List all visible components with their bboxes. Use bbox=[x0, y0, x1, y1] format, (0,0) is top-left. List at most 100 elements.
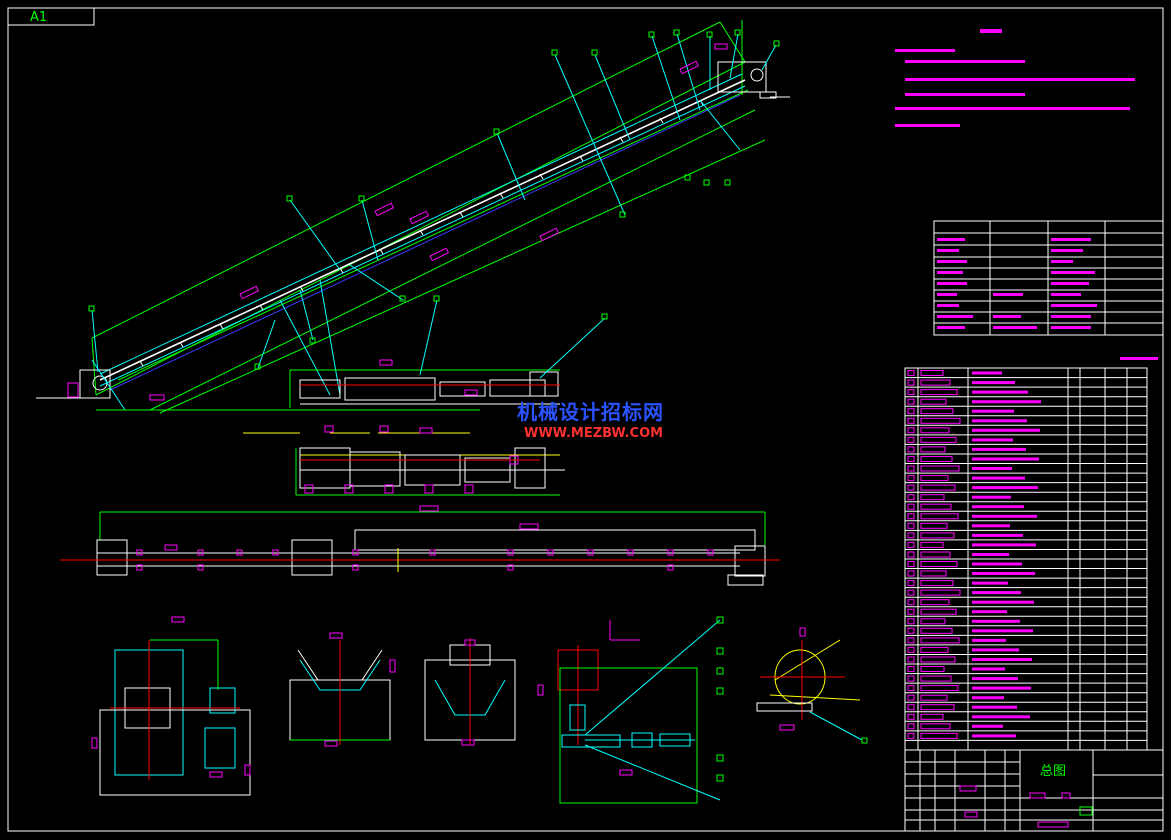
parts-list-code-cell bbox=[920, 389, 958, 396]
parts-list-index-cell bbox=[907, 551, 915, 558]
parts-list-header-mark bbox=[1120, 357, 1158, 360]
watermark: 机械设计招标网 WWW.MEZBW.COM bbox=[517, 400, 664, 441]
parts-list-name-cell bbox=[972, 533, 1023, 537]
parts-list-name-cell bbox=[972, 591, 1021, 595]
parts-list-code-cell bbox=[920, 551, 951, 558]
elevation-dimension-marks bbox=[67, 43, 728, 401]
parts-list-name-cell bbox=[972, 724, 1003, 728]
parts-list-name-cell bbox=[972, 686, 1031, 690]
parts-list-index-cell bbox=[907, 561, 915, 567]
parts-list-index-cell bbox=[907, 732, 915, 739]
parts-list-code-cell bbox=[920, 379, 951, 386]
parts-list-name-cell bbox=[972, 400, 1041, 404]
parts-list-name-cell bbox=[972, 390, 1028, 394]
parts-list-name-cell bbox=[972, 600, 1034, 604]
parameter-table-cells bbox=[937, 238, 1097, 329]
parts-list-name-cell bbox=[972, 505, 1024, 509]
parts-list-index-cell bbox=[907, 494, 915, 501]
leader-tags bbox=[88, 29, 780, 370]
parts-list-rows bbox=[905, 370, 1147, 741]
drive-unit-detail bbox=[91, 616, 251, 796]
tensioner-detail bbox=[557, 616, 724, 804]
parts-list-code-cell bbox=[920, 427, 950, 434]
parts-list-code-cell bbox=[920, 561, 958, 567]
parts-list-name-cell bbox=[972, 619, 1020, 623]
parts-list-index-cell bbox=[907, 436, 915, 443]
parts-list-code-cell bbox=[920, 398, 947, 405]
parts-list-name-cell bbox=[972, 428, 1040, 432]
parts-list-index-cell bbox=[907, 675, 915, 682]
parts-list-name-cell bbox=[972, 705, 1017, 709]
parts-list-name-cell bbox=[972, 514, 1037, 518]
parts-list-index-cell bbox=[907, 484, 915, 491]
parts-list-code-cell bbox=[920, 503, 952, 510]
watermark-chinese: 机械设计招标网 bbox=[517, 400, 664, 424]
parts-list-index-cell bbox=[907, 618, 915, 625]
parts-list-index-cell bbox=[907, 694, 915, 701]
cad-drawing-canvas: A1 机械设计招标网 WWW.MEZBW.COM 总图 bbox=[7, 7, 1164, 832]
parts-list-index-cell bbox=[907, 713, 915, 720]
parts-list-code-cell bbox=[920, 723, 951, 730]
return-idler-section bbox=[424, 638, 544, 746]
parts-list-code-cell bbox=[920, 522, 948, 529]
parts-list-code-cell bbox=[920, 475, 949, 482]
parts-list-index-cell bbox=[907, 456, 915, 462]
parts-list-code-cell bbox=[920, 494, 945, 501]
technical-requirements-notes bbox=[895, 29, 1135, 127]
parts-list-index-cell bbox=[907, 704, 915, 711]
parts-list-index-cell bbox=[907, 627, 915, 634]
parts-list-code-cell bbox=[920, 656, 956, 663]
parts-list-name-cell bbox=[972, 524, 1010, 528]
parts-list-index-cell bbox=[907, 379, 915, 386]
watermark-url: WWW.MEZBW.COM bbox=[524, 426, 663, 441]
parts-list-index-cell bbox=[907, 408, 915, 415]
parts-list-name-cell bbox=[972, 734, 1016, 738]
parts-list-code-cell bbox=[920, 685, 959, 692]
parts-list-index-cell bbox=[907, 570, 915, 577]
parts-list-index-cell bbox=[907, 532, 915, 539]
parts-list-index-cell bbox=[907, 475, 915, 482]
parts-list-code-cell bbox=[920, 589, 961, 596]
parts-list-index-cell bbox=[907, 503, 915, 510]
parts-list-name-cell bbox=[972, 667, 1005, 671]
parts-list-name-cell bbox=[972, 381, 1015, 385]
parts-list-code-cell bbox=[920, 513, 959, 520]
parts-list-index-cell bbox=[907, 465, 915, 472]
parts-list-code-cell bbox=[920, 694, 948, 701]
sheet-size-mark: A1 bbox=[30, 10, 47, 25]
parts-list-index-cell bbox=[907, 417, 915, 424]
parts-list-name-cell bbox=[972, 467, 1012, 470]
parts-list-code-cell bbox=[920, 417, 961, 424]
parts-list-name-cell bbox=[972, 371, 1002, 375]
parts-list-index-cell bbox=[907, 723, 915, 730]
parts-list-index-cell bbox=[907, 637, 915, 644]
conveyor-plan-view bbox=[60, 505, 780, 586]
parts-list-code-cell bbox=[920, 532, 955, 539]
parts-list-code-cell bbox=[920, 484, 956, 491]
parts-list-name-cell bbox=[972, 648, 1019, 652]
parts-list-code-cell bbox=[920, 608, 957, 615]
parts-list-index-cell bbox=[907, 580, 915, 587]
parts-list-code-cell bbox=[920, 436, 957, 443]
parts-list-name-cell bbox=[972, 543, 1036, 547]
parts-list-code-cell bbox=[920, 446, 946, 453]
parts-list-index-cell bbox=[907, 389, 915, 396]
parts-list-name-cell bbox=[972, 629, 1033, 633]
parts-list-name-cell bbox=[972, 610, 1007, 614]
parts-list-name-cell bbox=[972, 658, 1032, 661]
title-block-fills bbox=[959, 785, 1093, 828]
parts-list-code-cell bbox=[920, 675, 952, 682]
parts-list-code-cell bbox=[920, 599, 950, 606]
parts-list-name-cell bbox=[972, 677, 1018, 681]
parts-list-code-cell bbox=[920, 666, 945, 672]
parts-list-code-cell bbox=[920, 370, 944, 376]
parts-list-code-cell bbox=[920, 580, 954, 587]
parts-list-index-cell bbox=[907, 370, 915, 376]
parts-list-name-cell bbox=[972, 476, 1025, 480]
title-block bbox=[904, 749, 1164, 832]
parts-list-code-cell bbox=[920, 713, 944, 720]
leader-lines bbox=[91, 33, 777, 379]
drawing-title: 总图 bbox=[1040, 764, 1066, 779]
parts-list-code-cell bbox=[920, 627, 953, 634]
parts-list-code-cell bbox=[920, 704, 955, 711]
